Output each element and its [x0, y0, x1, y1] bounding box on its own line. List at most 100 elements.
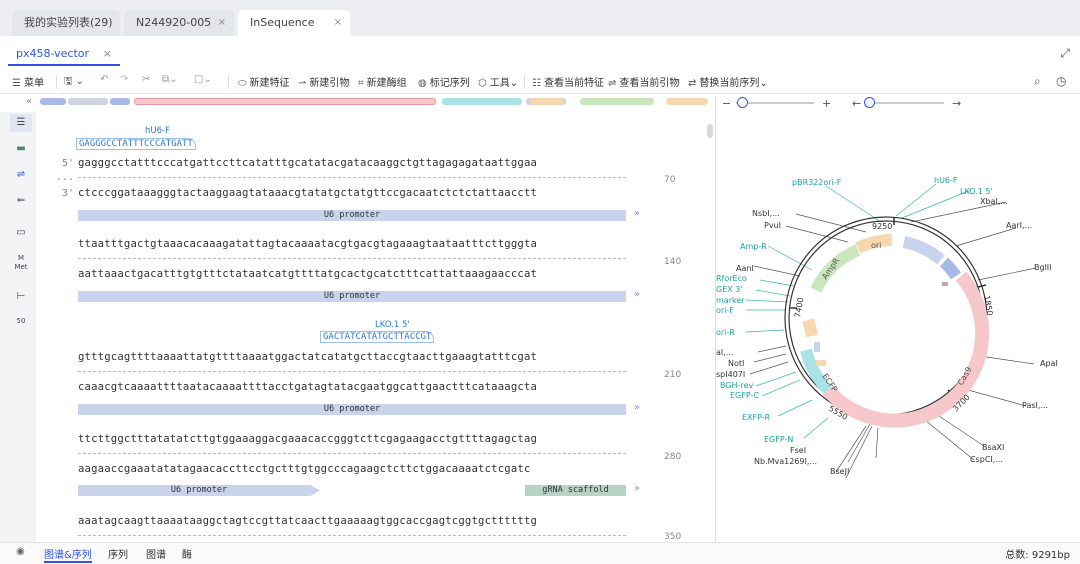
zoom-in-icon[interactable]: + — [822, 97, 831, 110]
primer-hU6-F[interactable]: GAGGGCCTATTTCCCATGATT — [76, 138, 196, 150]
sequence-bottom[interactable]: aagaaccgaaatatatagaacaccttcctgctttgtggcc… — [78, 463, 531, 475]
tab-experiment-list[interactable]: 我的实验列表(29) — [12, 10, 120, 36]
copy-button[interactable]: ⧉⌄ — [162, 74, 178, 85]
feature-u6-promoter[interactable]: U6 promoter — [78, 485, 320, 496]
save-button[interactable]: 🖫 ⌄ — [64, 74, 87, 91]
paste-button[interactable]: ▢⌄ — [194, 74, 212, 85]
strand-5-label: 5' — [62, 158, 75, 169]
divider — [56, 75, 57, 89]
primer-lko1[interactable]: GACTATCATATGCTTACCGT — [320, 331, 435, 343]
new-primer-button[interactable]: ⇀ 新建引物 — [298, 74, 349, 89]
primer-label: LKO.1 5' — [375, 320, 410, 330]
sequence-bottom[interactable]: caaacgtcaaaattttaatacaaaattttacctgatagta… — [78, 381, 537, 393]
sequence-top[interactable]: gtttgcagttttaaaattatgttttaaaatggactatcat… — [78, 351, 537, 363]
position-label: 350 — [664, 532, 682, 542]
menu-icon: ☰ — [12, 78, 21, 89]
history-icon[interactable]: ◷ — [1056, 74, 1066, 88]
rotate-left-icon[interactable]: ← — [852, 97, 861, 110]
map-feature-label: ori — [871, 241, 881, 250]
new-enzyme-set-button[interactable]: ⌗ 新建酶组 — [358, 74, 407, 89]
position-label: 140 — [664, 257, 682, 267]
toolbar: ☰ 菜单 🖫 ⌄ ↶ ↷ ✂ ⧉⌄ ▢⌄ ⬭ 新建特征 ⇀ 新建引物 ⌗ 新建酶组 ◍ 标记… — [0, 70, 1080, 94]
scrollbar[interactable] — [707, 124, 713, 138]
cut-button[interactable]: ✂ — [142, 74, 150, 85]
zoom-slider-knob[interactable] — [737, 97, 748, 108]
sequence-top[interactable]: ttcttggctttatatatcttgtggaaaggacgaaacaccg… — [78, 433, 537, 445]
replace-sequence-button[interactable]: ⇄ 替换当前序列⌄ — [688, 74, 768, 89]
new-feature-button[interactable]: ⬭ 新建特征 — [238, 74, 290, 89]
sequence-top[interactable]: ttaatttgactgtaaacacaaagatattagtacaaaatac… — [78, 238, 537, 250]
redo-button[interactable]: ↷ — [120, 74, 128, 85]
view-feature-button[interactable]: ☷ 查看当前特征 — [532, 74, 604, 89]
svg-text:NotI: NotI — [728, 359, 744, 368]
close-icon[interactable]: × — [334, 10, 342, 36]
enzyme-toggle-icon[interactable]: ▭ — [10, 224, 32, 242]
menu-button[interactable]: ☰ 菜单 — [12, 74, 44, 89]
svg-text:Amp-R: Amp-R — [740, 242, 767, 251]
rotate-slider-knob[interactable] — [864, 97, 875, 108]
ruler-icon[interactable]: ⊢ — [10, 288, 32, 306]
sequence-bottom[interactable]: aattaaactgacatttgtgtttctataatcatgttttatg… — [78, 268, 537, 280]
chevron-right-icon: » — [634, 208, 641, 219]
close-icon[interactable]: × — [103, 42, 112, 66]
svg-text:EGFP-C: EGFP-C — [730, 391, 759, 400]
zoom-out-icon[interactable]: − — [722, 97, 731, 110]
expand-icon[interactable]: ⤢ — [1060, 46, 1070, 61]
svg-text:BseJI: BseJI — [830, 467, 849, 476]
sequence-bottom[interactable]: ctcccggataaagggtactaaggaagtataaacgtatatg… — [78, 187, 537, 199]
tab-n244920[interactable]: N244920-005 × — [124, 10, 234, 36]
collapse-icon[interactable]: « — [26, 96, 32, 107]
feature-u6-promoter[interactable]: U6 promoter — [78, 404, 626, 415]
tab-enzymes[interactable]: 酶 — [182, 546, 192, 561]
sequence-top[interactable]: aaatagcaagttaaaataaggctagtccgttatcaacttg… — [78, 515, 537, 527]
tab-map[interactable]: 图谱 — [146, 546, 166, 561]
u6-feature[interactable] — [902, 236, 945, 265]
svg-text:GEX 3': GEX 3' — [716, 285, 743, 294]
ruler — [78, 453, 626, 459]
translation-icon[interactable]: M Met — [10, 254, 32, 272]
display-options-icon[interactable]: ☰ — [10, 114, 32, 132]
tab-map-sequence[interactable]: 图谱&序列 — [44, 546, 92, 563]
reverse-icon[interactable]: ⇐ — [10, 192, 32, 210]
svg-text:NsbI,...: NsbI,... — [752, 209, 780, 218]
rotate-right-icon[interactable]: → — [952, 97, 961, 110]
search-icon[interactable]: ⌕ — [1034, 74, 1041, 89]
view-primer-button[interactable]: ⇌ 查看当前引物 — [608, 74, 679, 89]
total-length: 总数: 9291bp — [1005, 550, 1070, 561]
close-icon[interactable]: × — [218, 10, 226, 36]
svg-text:AanI: AanI — [736, 264, 754, 273]
ampr-feature[interactable] — [810, 244, 861, 293]
eye-icon[interactable]: ◉ — [16, 546, 25, 557]
svg-text:PvuI: PvuI — [764, 221, 781, 230]
undo-button[interactable]: ↶ — [100, 74, 108, 85]
chevron-right-icon: » — [634, 402, 641, 413]
svg-text:BglII: BglII — [1034, 263, 1052, 272]
feature-toggle-icon[interactable]: ▬ — [10, 140, 32, 158]
ruler — [78, 535, 626, 541]
ruler — [78, 258, 626, 264]
svg-text:XbaI,...: XbaI,... — [980, 197, 1008, 206]
scale-icon[interactable]: 50 — [10, 312, 32, 330]
tab-px458-vector[interactable]: px458-vector × — [8, 42, 120, 66]
tools-button[interactable]: ⬡ 工具⌄ — [478, 74, 518, 89]
rotate-slider[interactable] — [866, 102, 944, 104]
svg-text:ApaI: ApaI — [1040, 359, 1058, 368]
feature-u6-promoter[interactable]: U6 promoter — [78, 210, 626, 221]
feature-grna-scaffold[interactable]: gRNA scaffold — [525, 485, 626, 496]
strand-toggle-icon[interactable]: ⇌ — [10, 166, 32, 184]
feature-list-icon: ☷ — [532, 78, 541, 89]
svg-text:PasI,...: PasI,... — [1022, 401, 1048, 410]
tab-sequence[interactable]: 序列 — [108, 546, 128, 561]
feature-u6-promoter[interactable]: U6 promoter — [78, 291, 626, 302]
svg-text:Nb.Mva1269I,...: Nb.Mva1269I,... — [754, 457, 817, 466]
sequence-overview[interactable] — [40, 96, 712, 108]
ruler — [78, 177, 626, 183]
plasmid-map[interactable]: ori AmpR Cas9 ECFP 9250 1850 3700 5550 7… — [716, 110, 1080, 542]
svg-text:aI,...: aI,... — [716, 348, 733, 357]
divider — [228, 75, 229, 89]
mark-sequence-button[interactable]: ◍ 标记序列 — [418, 74, 470, 89]
svg-text:RforEco: RforEco — [716, 274, 747, 283]
tab-insequence[interactable]: InSequence × — [238, 10, 350, 36]
primer-icon: ⇀ — [298, 78, 307, 89]
sequence-top[interactable]: gagggcctatttcccatgattccttcatatttgcatatac… — [78, 157, 537, 169]
